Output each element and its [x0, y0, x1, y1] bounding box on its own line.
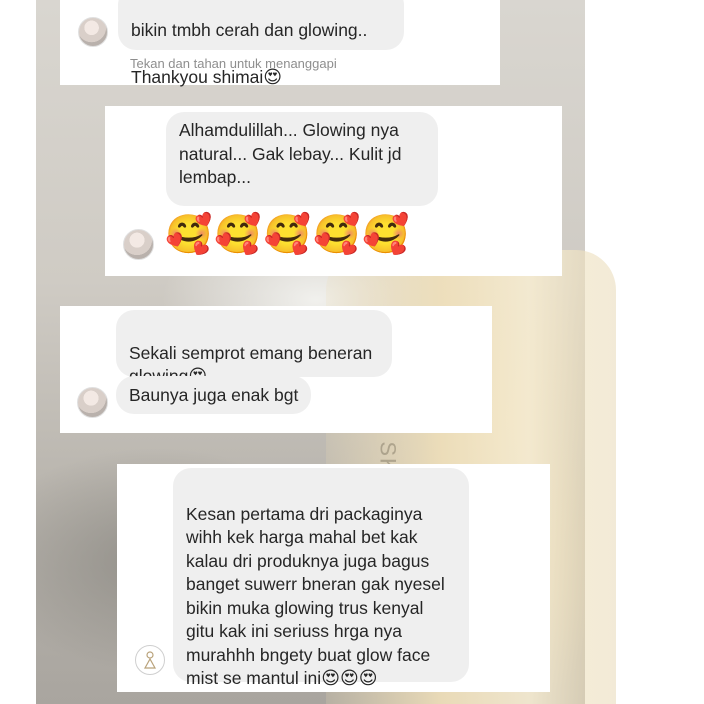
heart-eyes-emoji: 😍 — [339, 668, 359, 688]
message-bubble[interactable]: Alhamdulillah... Glowing nya natural... … — [166, 112, 438, 206]
heart-eyes-emoji: 😍 — [321, 668, 340, 688]
message-bubble[interactable]: bikin tmbh cerah dan glowing.. Thankyou … — [118, 0, 404, 87]
chat-card-4: Kesan pertama dri packaginya wihh kek ha… — [117, 464, 550, 692]
smiling-hearts-emoji: 🥰 — [362, 214, 410, 256]
heart-eyes-emoji: 😍 — [358, 668, 378, 688]
smiling-hearts-emoji: 🥰 — [312, 214, 361, 256]
chat-card-2: Alhamdulillah... Glowing nya natural... … — [105, 106, 562, 276]
chat-card-1: bikin tmbh cerah dan glowing.. Thankyou … — [60, 0, 500, 87]
avatar[interactable] — [78, 17, 108, 47]
smiling-hearts-emoji: 🥰 — [263, 214, 311, 256]
avatar[interactable] — [123, 229, 154, 260]
smiling-hearts-emoji: 🥰 — [214, 214, 262, 256]
reply-hint: Tekan dan tahan untuk menanggapi — [130, 56, 337, 71]
figure-logo-icon — [143, 651, 157, 669]
message-bubble[interactable]: Sekali semprot emang beneran glowing😍 — [116, 310, 392, 386]
avatar[interactable] — [77, 387, 108, 418]
message-bubble[interactable]: Baunya juga enak bgt — [116, 376, 312, 414]
message-bubble[interactable]: Kesan pertama dri packaginya wihh kek ha… — [173, 468, 469, 688]
smiling-hearts-emoji: 🥰 — [165, 214, 213, 256]
chat-card-3: Sekali semprot emang beneran glowing😍 Ba… — [60, 306, 492, 433]
message-text: Kesan pertama dri packaginya wihh kek ha… — [186, 503, 445, 689]
message-text: bikin tmbh cerah dan glowing.. — [131, 19, 368, 40]
emoji-reaction-row[interactable]: 🥰 🥰 🥰 🥰 🥰 — [165, 213, 410, 257]
avatar-brand-logo[interactable] — [135, 645, 165, 675]
